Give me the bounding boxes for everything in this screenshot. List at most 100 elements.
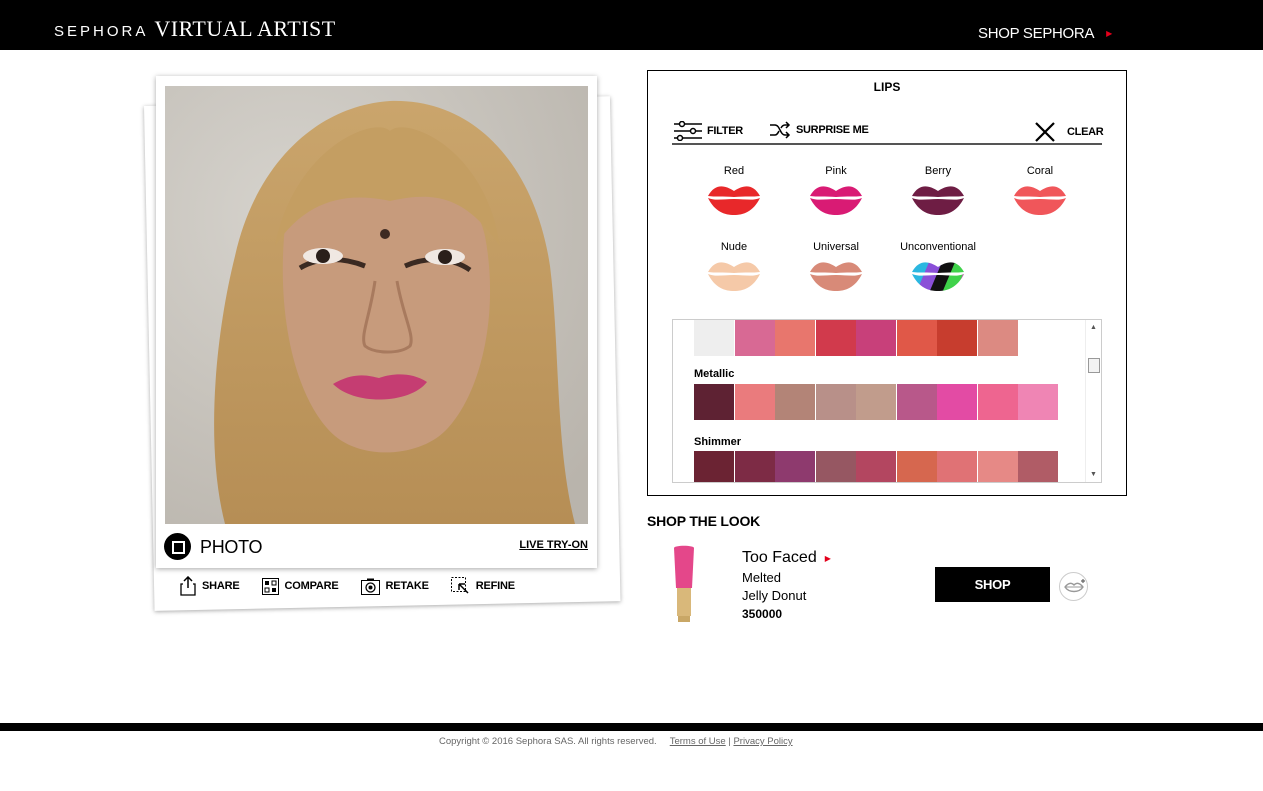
color-swatch[interactable] xyxy=(815,320,856,356)
lip-kiss-icon xyxy=(708,262,760,291)
compare-button[interactable]: COMPARE xyxy=(261,576,339,596)
share-label: SHARE xyxy=(202,580,240,592)
color-swatch[interactable] xyxy=(937,320,977,356)
color-swatch[interactable] xyxy=(815,384,856,420)
product-image[interactable] xyxy=(668,544,700,628)
retake-label: RETAKE xyxy=(385,580,429,592)
color-swatch[interactable] xyxy=(856,384,896,420)
color-swatch[interactable] xyxy=(734,384,775,420)
color-swatch[interactable] xyxy=(815,451,856,482)
photo-actions: SHARE COMPARE RETAKE REFINE xyxy=(180,576,537,596)
filter-button[interactable]: FILTER xyxy=(674,121,743,141)
product-name: VIRTUAL ARTIST xyxy=(154,16,336,41)
color-swatch[interactable] xyxy=(775,320,815,356)
compare-label: COMPARE xyxy=(284,580,339,592)
scrollbar[interactable]: ▲ ▼ xyxy=(1085,320,1101,482)
shop-button[interactable]: SHOP xyxy=(935,567,1050,602)
color-swatch[interactable] xyxy=(734,320,775,356)
color-swatch[interactable] xyxy=(896,320,937,356)
family-coral[interactable]: Coral xyxy=(989,165,1091,217)
close-icon xyxy=(1035,122,1055,142)
family-nude[interactable]: Nude xyxy=(683,241,785,293)
filter-icon xyxy=(674,121,702,141)
family-label: Pink xyxy=(825,165,847,177)
shop-the-look-title: SHOP THE LOOK xyxy=(647,513,761,529)
color-swatch[interactable] xyxy=(694,320,734,356)
family-label: Red xyxy=(723,165,745,177)
scroll-thumb[interactable] xyxy=(1088,358,1100,373)
swatch-row xyxy=(694,384,1059,420)
photo-card: PHOTO LIVE TRY-ON xyxy=(156,76,597,568)
surprise-me-button[interactable]: SURPRISE ME xyxy=(769,121,869,139)
panel-toolbar: FILTER SURPRISE ME CLEAR xyxy=(672,117,1104,145)
group-label-metallic: Metallic xyxy=(694,368,735,380)
family-red[interactable]: Red xyxy=(683,165,785,217)
swatch-list[interactable]: Metallic Shimmer ▲ ▼ xyxy=(672,319,1102,483)
family-label: Universal xyxy=(813,241,859,253)
family-label: Nude xyxy=(720,241,748,253)
lip-kiss-icon xyxy=(708,186,760,215)
compare-icon xyxy=(261,577,279,595)
color-swatch[interactable] xyxy=(1018,451,1058,482)
group-label-shimmer: Shimmer xyxy=(694,436,742,448)
family-unconventional[interactable]: Unconventional xyxy=(887,241,989,293)
family-label: Coral xyxy=(1026,165,1054,177)
share-button[interactable]: SHARE xyxy=(180,576,240,596)
color-swatch[interactable] xyxy=(896,451,937,482)
live-try-on-link[interactable]: LIVE TRY-ON xyxy=(519,539,588,551)
clear-label: CLEAR xyxy=(1067,126,1104,138)
family-pink[interactable]: Pink xyxy=(785,165,887,217)
family-label: Berry xyxy=(924,165,952,177)
footer-separator: | xyxy=(728,736,731,747)
color-swatch[interactable] xyxy=(937,451,977,482)
swatch-row xyxy=(694,320,1018,356)
lip-kiss-icon xyxy=(1014,186,1066,215)
photo-mode-icon[interactable] xyxy=(164,533,191,560)
lip-kiss-icon xyxy=(912,262,964,291)
refine-button[interactable]: REFINE xyxy=(450,576,515,596)
lips-plus-icon xyxy=(1064,579,1085,593)
add-to-favorites-button[interactable] xyxy=(1059,572,1088,601)
color-swatch[interactable] xyxy=(977,320,1018,356)
clear-button[interactable]: CLEAR xyxy=(1034,121,1104,143)
terms-link[interactable]: Terms of Use xyxy=(670,736,726,747)
color-swatch[interactable] xyxy=(977,451,1018,482)
shop-sephora-link[interactable]: SHOP SEPHORA ▶ xyxy=(978,25,1112,42)
privacy-link[interactable]: Privacy Policy xyxy=(733,736,792,747)
arrow-right-icon: ▶ xyxy=(1106,29,1113,38)
footer-bar xyxy=(0,723,1263,731)
scroll-down-icon[interactable]: ▼ xyxy=(1090,471,1097,478)
retake-button[interactable]: RETAKE xyxy=(360,576,429,596)
logo[interactable]: SEPHORA VIRTUAL ARTIST xyxy=(54,16,336,42)
color-swatch[interactable] xyxy=(775,384,815,420)
color-swatch[interactable] xyxy=(1018,384,1058,420)
copyright-text: Copyright © 2016 Sephora SAS. All rights… xyxy=(439,736,657,747)
photo-mode-label: PHOTO xyxy=(200,537,263,557)
scroll-up-icon[interactable]: ▲ xyxy=(1090,324,1097,331)
color-swatch[interactable] xyxy=(734,451,775,482)
color-swatch[interactable] xyxy=(775,451,815,482)
product-price: 350000 xyxy=(742,607,783,621)
user-photo xyxy=(165,86,588,524)
product-brand-link[interactable]: Too Faced ▶ xyxy=(742,549,831,567)
lip-kiss-icon xyxy=(912,186,964,215)
filter-label: FILTER xyxy=(707,125,743,137)
color-swatch[interactable] xyxy=(977,384,1018,420)
product-brand: Too Faced xyxy=(742,549,817,566)
product-name: Melted xyxy=(742,570,782,585)
color-swatch[interactable] xyxy=(694,384,734,420)
swatch-row xyxy=(694,451,1059,482)
color-swatch[interactable] xyxy=(937,384,977,420)
panel-title: LIPS xyxy=(873,80,901,94)
color-swatch[interactable] xyxy=(694,451,734,482)
shuffle-icon xyxy=(770,121,791,139)
refine-label: REFINE xyxy=(475,580,515,592)
top-bar: SEPHORA VIRTUAL ARTIST SHOP SEPHORA ▶ xyxy=(0,0,1263,50)
footer: Copyright © 2016 Sephora SAS. All rights… xyxy=(439,736,793,747)
family-universal[interactable]: Universal xyxy=(785,241,887,293)
family-berry[interactable]: Berry xyxy=(887,165,989,217)
color-swatch[interactable] xyxy=(896,384,937,420)
color-swatch[interactable] xyxy=(856,320,896,356)
portrait-image xyxy=(165,86,588,524)
color-swatch[interactable] xyxy=(856,451,896,482)
